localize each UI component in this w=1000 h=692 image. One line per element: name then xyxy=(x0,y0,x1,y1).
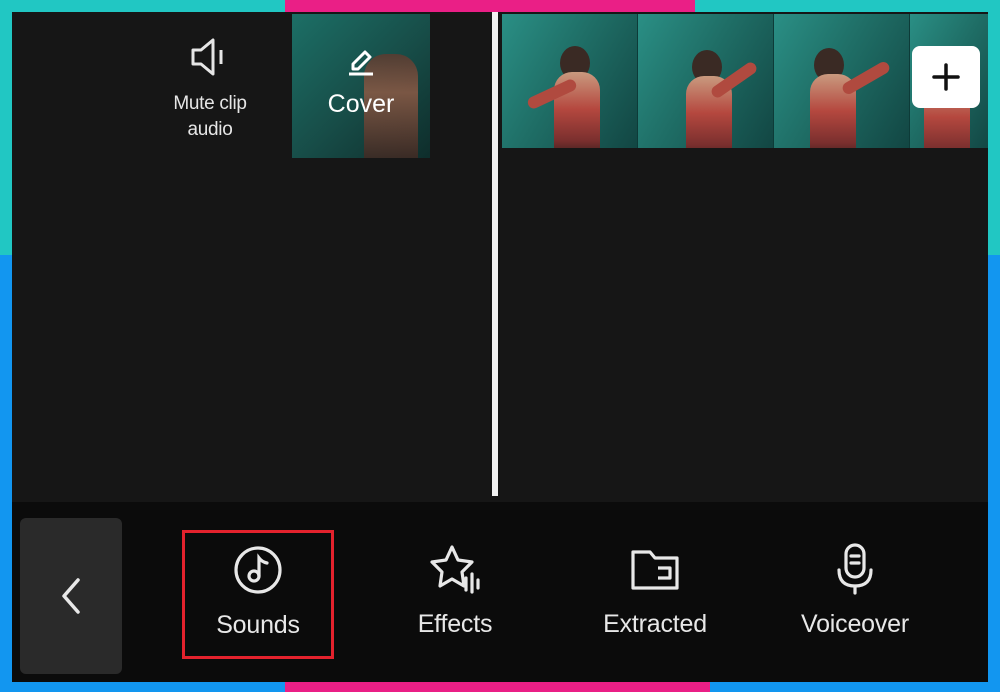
add-clip-button[interactable] xyxy=(912,46,980,108)
folder-icon xyxy=(631,550,679,590)
bottom-accent-bar xyxy=(285,682,710,692)
pencil-icon xyxy=(349,50,373,76)
plus-icon xyxy=(932,63,960,91)
mute-clip-audio-label: Mute clip audio xyxy=(173,93,247,140)
effects-button[interactable]: Effects xyxy=(380,542,530,639)
mute-clip-audio-button[interactable]: Mute clip audio xyxy=(150,32,270,143)
editor-screen: Mute clip audio Cover Sounds Effects Ext… xyxy=(12,12,988,682)
timeline-playhead[interactable] xyxy=(492,12,498,496)
extracted-label: Extracted xyxy=(603,610,707,638)
extracted-button[interactable]: Extracted xyxy=(580,542,730,639)
sounds-label: Sounds xyxy=(216,611,300,639)
back-button[interactable] xyxy=(20,518,122,674)
clip-frame-thumbnail xyxy=(774,14,910,148)
bottom-toolbar: Sounds Effects Extracted Voiceover xyxy=(12,502,988,682)
voiceover-label: Voiceover xyxy=(801,610,909,638)
microphone-icon xyxy=(837,543,873,595)
music-note-icon xyxy=(234,546,282,594)
chevron-left-icon xyxy=(62,578,80,614)
cover-button[interactable]: Cover xyxy=(292,14,430,158)
clip-frame-thumbnail xyxy=(638,14,774,148)
effects-label: Effects xyxy=(417,610,493,638)
star-sound-icon xyxy=(430,545,480,594)
speaker-mute-icon xyxy=(191,38,223,76)
screenshot-frame: Mute clip audio Cover Sounds Effects Ext… xyxy=(0,0,1000,692)
voiceover-button[interactable]: Voiceover xyxy=(780,542,930,639)
sounds-button[interactable]: Sounds xyxy=(182,530,334,659)
cover-label: Cover xyxy=(327,90,395,118)
clip-frame-thumbnail xyxy=(502,14,638,148)
top-accent-bar xyxy=(285,0,695,12)
